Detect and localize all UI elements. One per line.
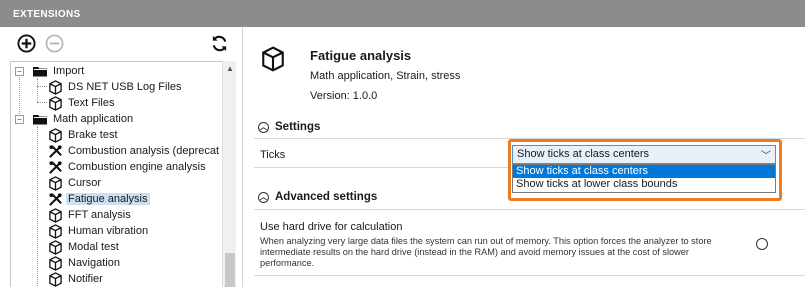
folder-icon — [32, 111, 48, 127]
tools-icon — [47, 143, 63, 159]
folder-icon — [32, 63, 48, 79]
extension-tags: Math application, Strain, stress — [310, 70, 461, 82]
package-icon — [47, 175, 63, 191]
divider — [254, 167, 508, 168]
package-icon — [47, 271, 63, 287]
minus-circle-icon — [45, 34, 63, 52]
collapse-icon[interactable]: − — [15, 66, 24, 76]
tree-item-combustion-engine-analysis[interactable]: Combustion engine analysis — [47, 159, 208, 175]
package-icon — [47, 239, 63, 255]
tree-item-combustion-analysis[interactable]: Combustion analysis (deprecat — [47, 143, 221, 159]
tree-item-brake-test[interactable]: Brake test — [47, 127, 120, 143]
refresh-icon — [212, 35, 226, 51]
tree-item-text-files[interactable]: Text Files — [47, 95, 116, 111]
package-icon — [47, 79, 63, 95]
package-icon — [47, 207, 63, 223]
chevron-up-icon: ︿ — [258, 121, 269, 133]
highlight-frame — [508, 139, 782, 201]
advanced-settings-section-toggle[interactable]: ︿ Advanced settings — [258, 191, 377, 203]
hard-drive-option-description: When analyzing very large data files the… — [260, 236, 712, 268]
divider — [254, 275, 805, 276]
tools-icon — [47, 191, 63, 207]
settings-section-toggle[interactable]: ︿ Settings — [258, 121, 320, 133]
tree-item-fft-analysis[interactable]: FFT analysis — [47, 207, 133, 223]
tree-item-math-application[interactable]: − Math application — [15, 111, 135, 127]
add-extension-button[interactable] — [16, 33, 36, 53]
tree-item-modal-test[interactable]: Modal test — [47, 239, 121, 255]
tree-item-ds-net-usb-log-files[interactable]: DS NET USB Log Files — [47, 79, 184, 95]
refresh-button[interactable] — [209, 33, 229, 53]
package-icon — [47, 127, 63, 143]
tree-item-human-vibration[interactable]: Human vibration — [47, 223, 150, 239]
plus-circle-icon — [16, 33, 36, 53]
package-icon — [47, 223, 63, 239]
ticks-label: Ticks — [260, 149, 286, 161]
chevron-up-icon: ︿ — [258, 191, 269, 203]
hard-drive-radio[interactable] — [756, 238, 768, 250]
collapse-icon[interactable]: − — [15, 114, 24, 124]
divider — [254, 209, 805, 210]
hard-drive-option-title: Use hard drive for calculation — [260, 221, 403, 233]
tree-item-fatigue-analysis[interactable]: Fatigue analysis — [47, 191, 150, 207]
extensions-tree[interactable]: − Import DS NET USB Log Files Text Files… — [10, 61, 222, 287]
package-icon — [260, 46, 286, 75]
tools-icon — [47, 159, 63, 175]
extensions-tree-pane: − Import DS NET USB Log Files Text Files… — [0, 27, 243, 287]
remove-extension-button[interactable] — [44, 33, 64, 53]
extensions-header: EXTENSIONS — [0, 0, 805, 27]
tree-item-notifier[interactable]: Notifier — [47, 271, 105, 287]
package-icon — [47, 95, 63, 111]
extension-version: Version: 1.0.0 — [310, 90, 378, 102]
extension-title: Fatigue analysis — [310, 48, 412, 63]
scroll-thumb[interactable] — [225, 253, 235, 287]
tree-item-import[interactable]: − Import — [15, 63, 86, 79]
tree-item-navigation[interactable]: Navigation — [47, 255, 122, 271]
tree-scrollbar[interactable]: ▲ — [222, 61, 236, 287]
scroll-up-icon[interactable]: ▲ — [223, 61, 237, 75]
package-icon — [47, 255, 63, 271]
extension-detail-pane: Fatigue analysis Math application, Strai… — [244, 27, 805, 287]
tree-item-cursor[interactable]: Cursor — [47, 175, 103, 191]
